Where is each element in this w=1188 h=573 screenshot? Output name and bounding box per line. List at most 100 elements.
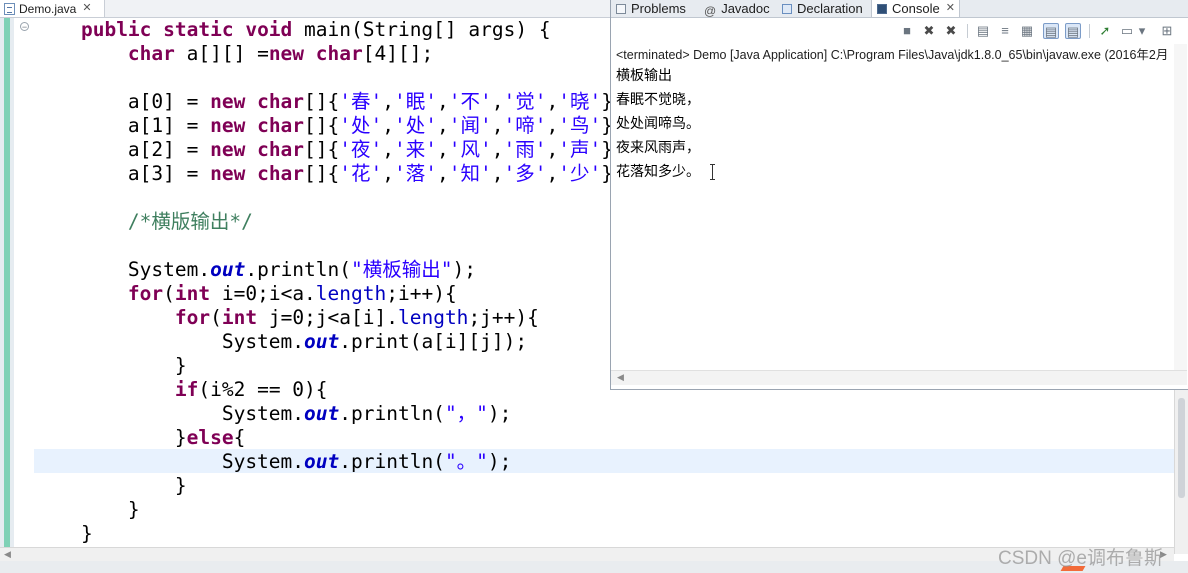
open-console-icon[interactable]: ⊞ [1159, 23, 1175, 39]
code-line[interactable]: } [34, 522, 613, 546]
code-line[interactable]: a[1] = new char[]{'处','处','闻','啼','鸟'} [34, 114, 613, 138]
pin-console-icon[interactable]: ➚ [1097, 23, 1113, 39]
code-token: , [546, 162, 559, 185]
code-token: , [491, 114, 504, 137]
code-token: for [127, 282, 164, 305]
code-line[interactable]: a[0] = new char[]{'春','眠','不','觉','晓'} [34, 90, 613, 114]
code-token: new [210, 90, 258, 113]
console-output-line: 花落知多少。 [616, 164, 700, 180]
tab-label: Javadoc [721, 1, 770, 16]
code-token: , [546, 138, 559, 161]
code-token: if [174, 378, 199, 401]
fold-collapse-icon[interactable]: − [20, 22, 29, 32]
problems-icon [616, 3, 626, 14]
code-token: .print(a[i][j]); [339, 330, 528, 353]
tab-label: Problems [631, 1, 686, 16]
code-token: '花' [339, 162, 383, 185]
code-token: '雨' [503, 138, 547, 161]
code-line[interactable]: public static void main(String[] args) { [34, 18, 613, 42]
close-icon[interactable]: ✕ [82, 3, 91, 14]
code-token: , [491, 138, 504, 161]
code-line[interactable]: if(i%2 == 0){ [34, 378, 613, 402]
code-token: a[2] = [34, 138, 211, 161]
code-token: , [546, 90, 559, 113]
display-selected-console-icon[interactable]: ▭ [1119, 23, 1135, 39]
code-line[interactable]: } [34, 354, 613, 378]
console-icon [877, 3, 887, 14]
code-line[interactable]: a[3] = new char[]{'花','落','知','多','少'} [34, 162, 613, 186]
code-token: '啼' [503, 114, 547, 137]
code-token: [4][]; [362, 42, 434, 65]
code-line[interactable]: System.out.println("横板输出"); [34, 258, 613, 282]
code-line[interactable]: System.out.print(a[i][j]); [34, 330, 613, 354]
code-line[interactable] [34, 186, 613, 210]
code-line[interactable]: System.out.println("。"); [34, 450, 613, 474]
code-token: i=0;i<a. [221, 282, 316, 305]
code-token: ( [163, 282, 175, 305]
scroll-thumb[interactable] [1178, 398, 1185, 498]
code-line[interactable] [34, 66, 613, 90]
code-line[interactable]: System.out.println("，"); [34, 402, 613, 426]
chevron-down-icon[interactable]: ▾ [1137, 23, 1147, 39]
terminate-icon[interactable]: ■ [899, 23, 915, 39]
code-token: , [437, 90, 449, 113]
code-token: ( [210, 306, 222, 329]
code-token: "。" [444, 450, 488, 473]
console-output[interactable]: 横板输出 春眠不觉晓， 处处闻啼鸟。 夜来风雨声， 花落知多少。 [616, 64, 716, 184]
code-line[interactable] [34, 234, 613, 258]
code-token: '夜' [339, 138, 383, 161]
code-token: a[0] = [34, 90, 211, 113]
code-token: , [437, 114, 449, 137]
scroll-left-icon[interactable]: ◀ [4, 549, 11, 560]
code-token: , [382, 138, 395, 161]
scroll-lock-icon[interactable]: ≡ [997, 23, 1013, 39]
code-token: new [210, 114, 258, 137]
show-on-output-icon[interactable]: ▤ [1043, 23, 1059, 39]
code-token: { [233, 426, 246, 449]
code-token: char [315, 42, 363, 65]
tab-console[interactable]: Console ✕ [871, 0, 960, 17]
code-token: char [257, 138, 305, 161]
csdn-watermark: CSDN @e调布鲁斯 [998, 548, 1163, 569]
code-token: '不' [448, 90, 492, 113]
code-token: System. [34, 330, 305, 353]
code-token: , [491, 90, 504, 113]
remove-all-terminated-icon[interactable]: ✖ [943, 23, 959, 39]
code-text[interactable]: public static void main(String[] args) {… [34, 18, 613, 546]
code-line[interactable]: }else{ [34, 426, 613, 450]
show-on-error-icon[interactable]: ▤ [1065, 23, 1081, 39]
toolbar-separator [967, 24, 968, 38]
code-line[interactable]: } [34, 498, 613, 522]
code-token: else [186, 426, 234, 449]
text-cursor-icon [710, 164, 716, 180]
code-token: , [437, 138, 449, 161]
code-line[interactable]: a[2] = new char[]{'夜','来','风','雨','声'} [34, 138, 613, 162]
word-wrap-icon[interactable]: ▦ [1019, 23, 1035, 39]
code-line[interactable]: char a[][] =new char[4][]; [34, 42, 613, 66]
code-token: int [221, 306, 269, 329]
close-icon[interactable]: ✕ [946, 3, 955, 14]
code-line[interactable]: /*横版输出*/ [34, 210, 613, 234]
tab-label: Console [892, 1, 940, 16]
remove-launch-icon[interactable]: ✖ [921, 23, 937, 39]
console-vertical-scrollbar[interactable] [1174, 44, 1187, 370]
quick-diff-ruler [0, 18, 14, 554]
editor-tab-title: Demo.java [19, 1, 77, 16]
java-file-icon [4, 2, 15, 15]
console-horizontal-scrollbar[interactable]: ◀ [611, 370, 1187, 385]
console-launch-header: <terminated> Demo [Java Application] C:\… [616, 48, 1169, 62]
tab-problems[interactable]: Problems [611, 0, 686, 17]
code-line[interactable]: for(int i=0;i<a.length;i++){ [34, 282, 613, 306]
scroll-left-icon[interactable]: ◀ [617, 372, 624, 383]
declaration-icon [782, 3, 792, 14]
clear-console-icon[interactable]: ▤ [975, 23, 991, 39]
code-line[interactable]: for(int j=0;j<a[i].length;j++){ [34, 306, 613, 330]
editor-tab-demo-java[interactable]: Demo.java ✕ [0, 0, 105, 17]
code-token: a[1] = [34, 114, 211, 137]
code-line[interactable]: } [34, 474, 613, 498]
code-token: out [304, 450, 340, 473]
tab-declaration[interactable]: Declaration [777, 0, 863, 17]
code-token: "，" [444, 402, 488, 425]
tab-javadoc[interactable]: @ Javadoc [699, 0, 770, 18]
tab-label: Declaration [797, 1, 863, 16]
